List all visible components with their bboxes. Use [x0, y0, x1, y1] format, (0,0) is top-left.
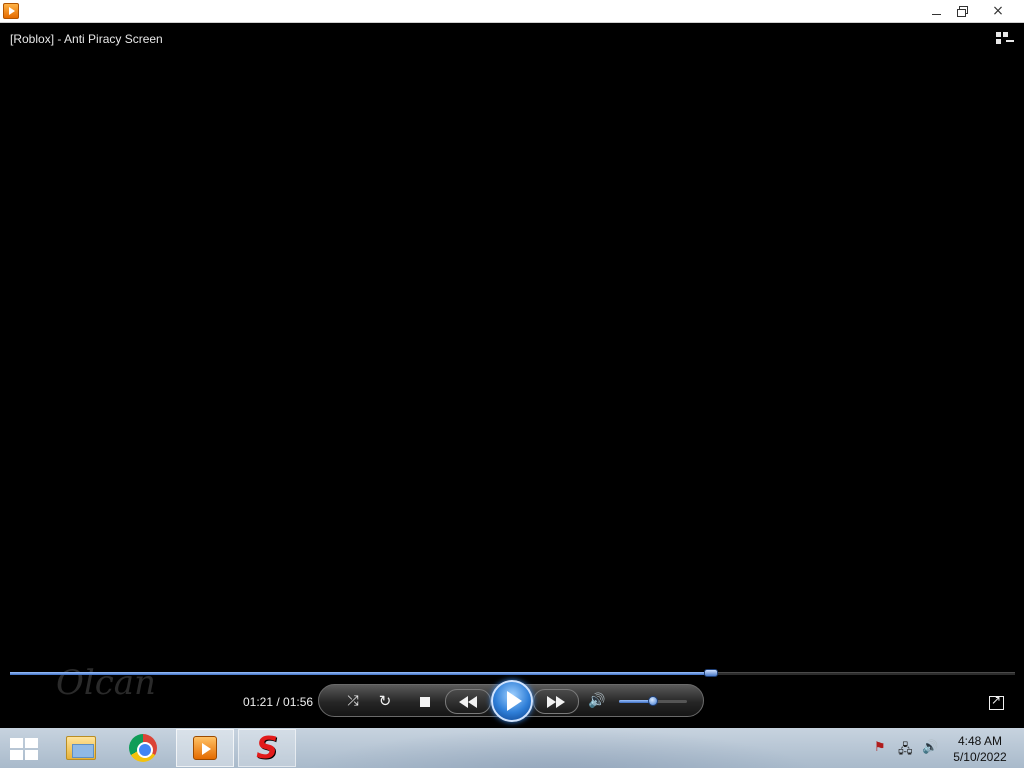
seek-bar-thumb[interactable] — [704, 669, 719, 677]
next-icon — [547, 695, 556, 708]
seek-bar-fill — [10, 672, 712, 675]
watermark: Olcan — [56, 663, 156, 703]
minimize-icon — [931, 13, 941, 15]
restore-icon — [957, 6, 968, 17]
window-title-bar: × — [0, 0, 1024, 23]
previous-icon — [459, 695, 468, 708]
previous-button[interactable] — [445, 689, 491, 714]
file-explorer-icon — [66, 736, 96, 760]
volume-thumb[interactable] — [648, 696, 658, 706]
playback-controls: ⤮ ↻ 🔊 — [318, 680, 704, 722]
media-title: [Roblox] - Anti Piracy Screen — [10, 32, 163, 46]
video-area[interactable]: [Roblox] - Anti Piracy Screen Olcan 01:2… — [0, 23, 1024, 728]
next-button[interactable] — [533, 689, 579, 714]
volume-slider[interactable] — [619, 696, 687, 706]
system-clock[interactable]: 4:48 AM 5/10/2022 — [944, 733, 1016, 765]
network-icon[interactable]: 🖧 — [898, 740, 913, 762]
taskbar-background — [300, 728, 820, 768]
stop-button[interactable] — [418, 695, 432, 709]
play-button[interactable] — [491, 680, 533, 722]
chrome-button[interactable] — [114, 729, 172, 767]
switch-to-library-icon[interactable] — [996, 32, 1014, 46]
media-player-icon[interactable] — [3, 3, 19, 19]
windows-logo-icon[interactable] — [10, 738, 38, 760]
time-display: 01:21 / 01:56 — [243, 695, 314, 709]
red-s-app-icon: S — [256, 730, 278, 766]
clock-time: 4:48 AM — [957, 734, 1003, 748]
seek-bar[interactable] — [10, 669, 1015, 677]
play-icon — [506, 691, 522, 711]
repeat-button[interactable]: ↻ — [375, 691, 395, 711]
windows-media-player-icon — [193, 736, 217, 760]
mute-button[interactable]: 🔊 — [587, 691, 607, 711]
fullscreen-icon[interactable] — [989, 693, 1004, 710]
action-center-icon[interactable]: ⚑ — [874, 740, 886, 755]
volume-icon[interactable]: 🔊 — [922, 740, 938, 755]
close-button[interactable]: × — [974, 0, 1022, 22]
clock-date: 5/10/2022 — [953, 750, 1007, 764]
taskbar: S ⚑ 🖧 🔊 4:48 AM 5/10/2022 — [0, 728, 1024, 768]
red-s-app-button[interactable]: S — [238, 729, 296, 767]
shuffle-button[interactable]: ⤮ — [343, 691, 363, 711]
windows-media-player-button[interactable] — [176, 729, 234, 767]
file-explorer-button[interactable] — [52, 729, 110, 767]
chrome-icon — [129, 734, 157, 762]
